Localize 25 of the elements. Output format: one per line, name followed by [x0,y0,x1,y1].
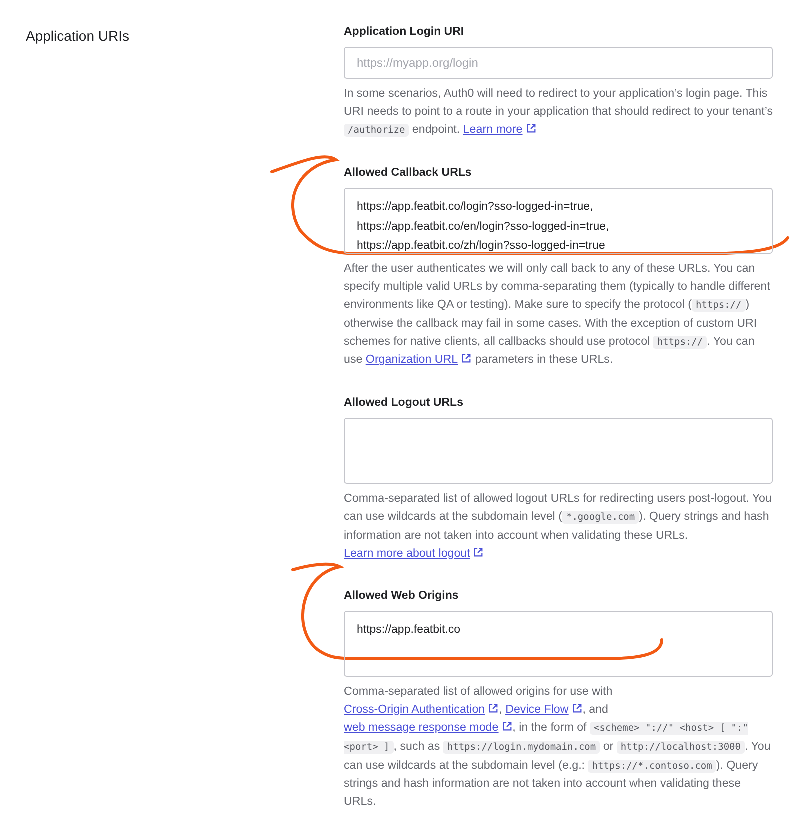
help-text: Comma-separated list of allowed origins for use with Cross-Origin Authentication , Device Flow , and web message response mode , in the form of <scheme> "://" <host> [ ":" <port> ] , such as https://login.mydomain.com or http://localhost:3000 . You can use wildcards at the subdomain level (e.g.: https://*.contoso.com ). Query strings and hash information are not taken into account when validating these URLs. [344,684,772,810]
section-title: Application URIs [26,28,130,44]
external-link-icon [461,353,472,364]
external-link-icon [526,122,537,134]
help-link[interactable]: Device Flow [506,703,583,716]
text-area[interactable] [344,418,773,484]
help-link[interactable]: web message response mode [344,720,513,734]
input-field[interactable]: https://myapp.org/login [344,47,773,79]
field-label: Allowed Logout URLs [344,397,464,410]
external-link-icon [502,720,513,732]
help-link[interactable]: Learn more about logout [344,546,484,560]
help-text: In some scenarios, Auth0 will need to redirect to your application’s login page. This URI needs to point to a route in your application that should redirect to your tenant’s /authorize endpoint. Learn more [344,86,774,139]
help-link[interactable]: Learn more [463,122,537,136]
field-label: Application Login URI [344,26,466,38]
external-link-icon [473,546,484,558]
help-link[interactable]: Cross-Origin Authentication [344,703,500,716]
text-area[interactable]: https://app.featbit.co/login?sso-logged-in=true, https://app.featbit.co/en/login?sso-logged-in=true, https://app.featbit.co/zh/login?sso-logged-in=true [344,188,773,254]
external-link-icon [572,703,583,714]
help-text: Comma-separated list of allowed logout URLs for redirecting users post-logout. You can use wildcards at the subdomain level ( *.google.com ). Query strings and hash information are not taken into account when validating these URLs. Learn more about logout [344,491,773,562]
help-text: After the user authenticates we will only call back to any of these URLs. You can specify multiple valid URLs by comma-separating them (typically to handle different environments like QA or testing). Make sure to specify the protocol ( https:// ) otherwise the callback may fail in some cases. With the exception of custom URI schemes for native clients, all callbacks should use protocol https:// . You can use Organization URL parameters in these URLs. [344,261,772,368]
text-area[interactable]: https://app.featbit.co [344,611,773,678]
external-link-icon [488,703,500,714]
field-label: Allowed Callback URLs [344,167,473,180]
help-link[interactable]: Organization URL [366,353,472,366]
field-label: Allowed Web Origins [344,590,460,602]
